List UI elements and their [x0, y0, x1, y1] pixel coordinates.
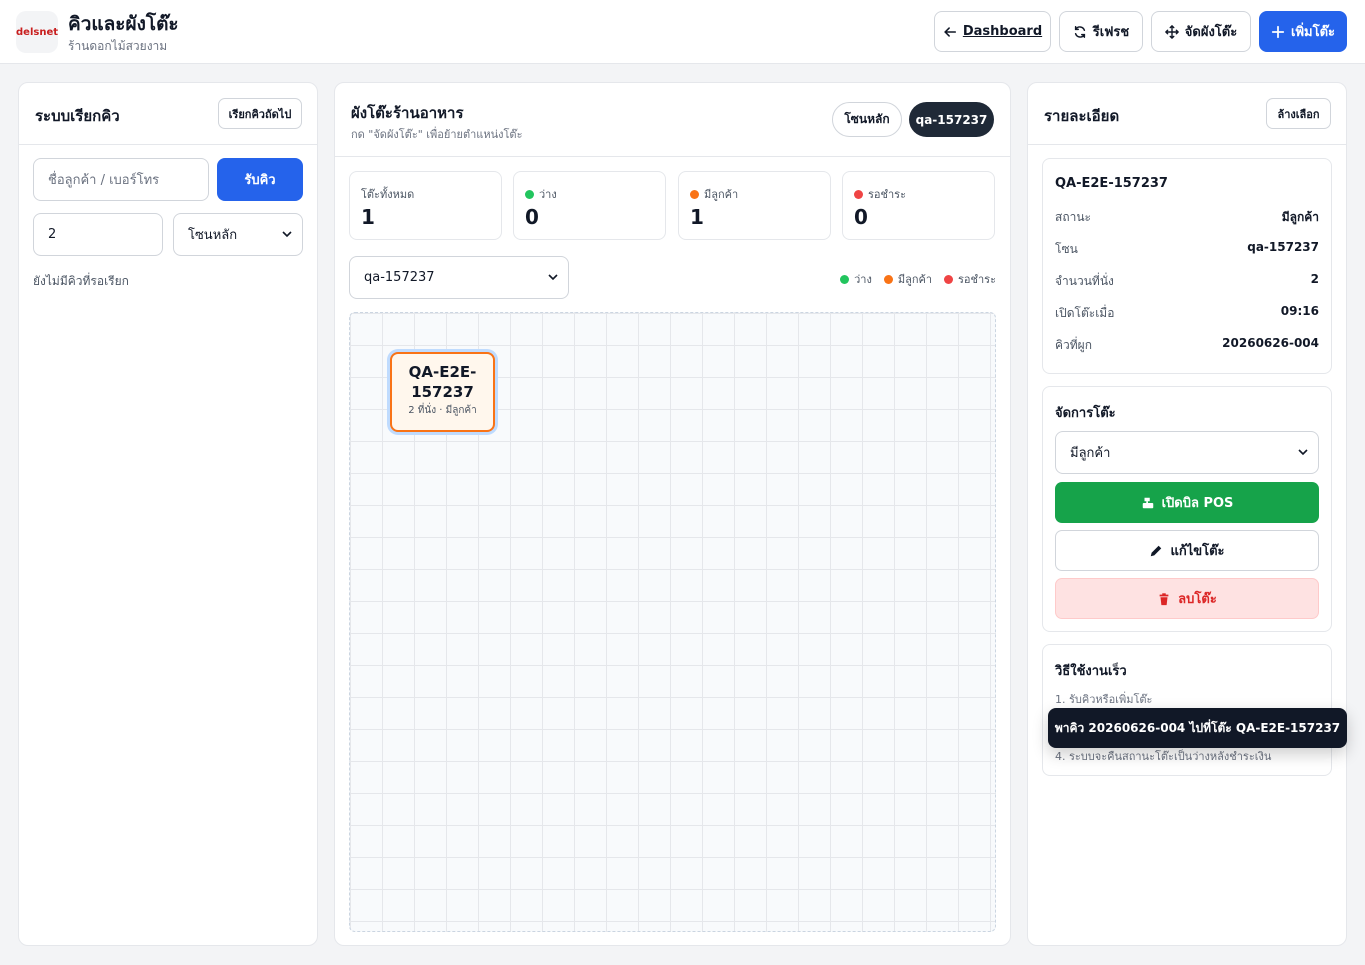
chevron-down-icon	[1298, 448, 1308, 455]
shop-name: ร้านดอกไม้สวยงาม	[68, 39, 168, 53]
quick-guide-title: วิธีใช้งานเร็ว	[1055, 664, 1127, 679]
detail-row-status: สถานะ มีลูกค้า	[1055, 210, 1319, 224]
quick-guide-step-1: 1. รับคิวหรือเพิ่มโต๊ะ	[1055, 693, 1153, 706]
red-dot-icon	[854, 189, 863, 199]
refresh-icon	[1074, 25, 1085, 38]
floor-title: ผังโต๊ะร้านอาหาร	[351, 104, 464, 122]
pencil-icon	[1151, 545, 1162, 556]
refresh-button[interactable]: รีเฟรช	[1059, 11, 1143, 52]
chevron-down-icon	[548, 273, 558, 280]
add-table-button[interactable]: เพิ่มโต๊ะ	[1259, 11, 1347, 52]
queue-title: ระบบเรียกคิว	[35, 107, 120, 125]
detail-row-queue: คิวที่ผูก 20260626-004	[1055, 336, 1319, 352]
chevron-down-icon	[282, 230, 292, 237]
table-status-select[interactable]: มีลูกค้า	[1055, 431, 1319, 474]
add-table-label: เพิ่มโต๊ะ	[1291, 25, 1335, 40]
arrow-left-icon	[943, 26, 956, 37]
table-detail-card: QA-E2E-157237 สถานะ มีลูกค้า โซน qa-157237…	[1042, 158, 1332, 374]
edit-table-button[interactable]: แก้ไขโต๊ะ	[1055, 530, 1319, 571]
table-status-value: มีลูกค้า	[1070, 446, 1111, 461]
cash-register-icon	[1142, 497, 1153, 508]
stat-awaiting-label: รอชำระ	[868, 188, 906, 201]
clear-selection-button[interactable]: ล้างเลือก	[1266, 98, 1331, 129]
trash-icon	[1159, 592, 1169, 605]
queue-zone-select[interactable]: โซนหลัก	[173, 213, 303, 256]
floor-zone-value: qa-157237	[364, 270, 435, 285]
stat-occupied-label: มีลูกค้า	[704, 188, 739, 201]
open-pos-button[interactable]: เปิดบิล POS	[1055, 482, 1319, 523]
legend-free: ว่าง	[840, 270, 872, 288]
stat-total: โต๊ะทั้งหมด 1	[349, 171, 502, 240]
table-card-meta: 2 ที่นั่ง · มีลูกค้า	[408, 405, 477, 416]
page-title: คิวและผังโต๊ะ	[68, 13, 179, 35]
status-legend: ว่าง มีลูกค้า รอชำระ	[840, 270, 996, 288]
queue-empty-text: ยังไม่มีคิวที่รอเรียก	[33, 274, 129, 288]
open-pos-label: เปิดบิล POS	[1161, 496, 1234, 511]
queue-zone-value: โซนหลัก	[188, 228, 238, 243]
stat-occupied: มีลูกค้า 1	[678, 171, 831, 240]
details-panel-header: รายละเอียด ล้างเลือก	[1028, 83, 1346, 145]
legend-awaiting: รอชำระ	[944, 270, 996, 288]
orange-dot-icon	[690, 189, 699, 199]
party-size-input[interactable]: 2	[33, 213, 163, 256]
stat-awaiting-value: 0	[854, 205, 868, 229]
zone-tab-qa[interactable]: qa-157237	[909, 102, 994, 137]
floor-zone-select[interactable]: qa-157237	[349, 256, 569, 299]
stat-free-label: ว่าง	[539, 188, 557, 201]
table-card[interactable]: QA-E2E- 157237 2 ที่นั่ง · มีลูกค้า	[390, 352, 495, 432]
detail-row-seats: จำนวนที่นั่ง 2	[1055, 272, 1319, 288]
stat-total-label: โต๊ะทั้งหมด	[361, 188, 415, 201]
legend-occupied: มีลูกค้า	[883, 270, 932, 288]
details-title: รายละเอียด	[1044, 107, 1120, 125]
zone-tab-main[interactable]: โซนหลัก	[832, 102, 902, 137]
floor-subtitle: กด "จัดผังโต๊ะ" เพื่อย้ายตำแหน่งโต๊ะ	[351, 128, 523, 141]
toast-notification: พาคิว 20260626-004 ไปที่โต๊ะ QA-E2E-1572…	[1048, 708, 1347, 748]
top-bar: delsnet คิวและผังโต๊ะ ร้านดอกไม้สวยงาม D…	[0, 0, 1365, 64]
delete-table-label: ลบโต๊ะ	[1178, 592, 1217, 607]
stat-free: ว่าง 0	[513, 171, 666, 240]
detail-row-opened: เปิดโต๊ะเมื่อ 09:16	[1055, 304, 1319, 320]
customer-name-input[interactable]: ชื่อลูกค้า / เบอร์โทร	[33, 158, 209, 201]
detail-row-zone: โซน qa-157237	[1055, 240, 1319, 256]
move-icon	[1164, 24, 1179, 39]
edit-table-label: แก้ไขโต๊ะ	[1170, 544, 1225, 559]
manage-title: จัดการโต๊ะ	[1055, 406, 1116, 421]
queue-panel-header: ระบบเรียกคิว เรียกคิวถัดไป	[19, 83, 317, 145]
delete-table-button[interactable]: ลบโต๊ะ	[1055, 578, 1319, 619]
plus-icon	[1271, 25, 1285, 38]
brand-logo: delsnet	[16, 11, 58, 53]
stat-occupied-value: 1	[690, 205, 704, 229]
stat-awaiting-payment: รอชำระ 0	[842, 171, 995, 240]
call-next-button[interactable]: เรียกคิวถัดไป	[218, 98, 302, 129]
arrange-label: จัดผังโต๊ะ	[1184, 25, 1238, 40]
take-queue-button[interactable]: รับคิว	[217, 158, 303, 201]
quick-guide-step-4: 4. ระบบจะคืนสถานะโต๊ะเป็นว่างหลังชำระเงิ…	[1055, 750, 1272, 763]
detail-table-name: QA-E2E-157237	[1055, 176, 1168, 191]
refresh-label: รีเฟรช	[1092, 25, 1130, 40]
arrange-tables-button[interactable]: จัดผังโต๊ะ	[1151, 11, 1251, 52]
stat-free-value: 0	[525, 205, 539, 229]
stat-total-value: 1	[361, 205, 375, 229]
dashboard-button[interactable]: Dashboard	[934, 11, 1051, 52]
table-card-name: QA-E2E- 157237	[408, 363, 477, 401]
dashboard-label: Dashboard	[962, 24, 1043, 39]
green-dot-icon	[525, 189, 534, 199]
queue-panel: ระบบเรียกคิว เรียกคิวถัดไป	[18, 82, 318, 946]
